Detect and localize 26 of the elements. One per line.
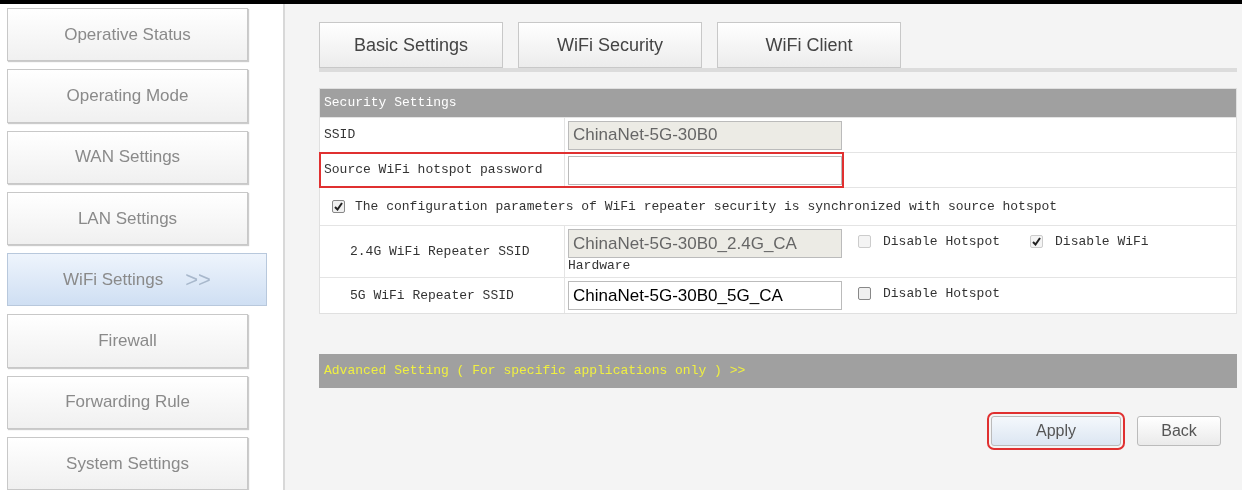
sidebar-item[interactable]: WAN Settings [7,130,248,184]
checkbox-label: Disable WiFi [1055,233,1149,251]
sidebar-item[interactable]: Firewall [7,314,248,368]
checkbox[interactable] [858,287,871,301]
field-label: SSID [320,118,565,152]
sidebar-item[interactable]: LAN Settings [7,191,248,245]
tab[interactable]: Basic Settings [319,22,503,68]
checkbox-label: The configuration parameters of WiFi repeater security is synchronized with source hotspot [355,197,1058,216]
field-label: 5G WiFi Repeater SSID [350,286,514,305]
sidebar-item[interactable]: System Settings [7,436,248,490]
field-label: 2.4G WiFi Repeater SSID [350,242,530,261]
hint-text: Hardware [568,258,632,274]
tab[interactable]: WiFi Security [518,22,702,68]
sidebar-item[interactable]: Forwarding Rule [7,375,248,429]
sidebar-item[interactable]: Operative Status [7,8,248,62]
sidebar-item[interactable]: Operating Mode [7,69,248,123]
input-field[interactable] [568,155,842,185]
tab[interactable]: WiFi Client [717,22,901,68]
section-title: Security Settings [320,89,1236,117]
checkbox-label: Disable Hotspot [883,233,1001,251]
sidebar-item[interactable]: WiFi Settings >> [7,253,267,307]
field-label: Source WiFi hotspot password [324,161,543,180]
checkbox[interactable] [332,200,345,213]
checkbox-label: Disable Hotspot [883,285,1001,303]
form-button[interactable]: Back [1137,416,1221,446]
input-field[interactable]: ChinaNet-5G-30B0_5G_CA [568,281,842,310]
